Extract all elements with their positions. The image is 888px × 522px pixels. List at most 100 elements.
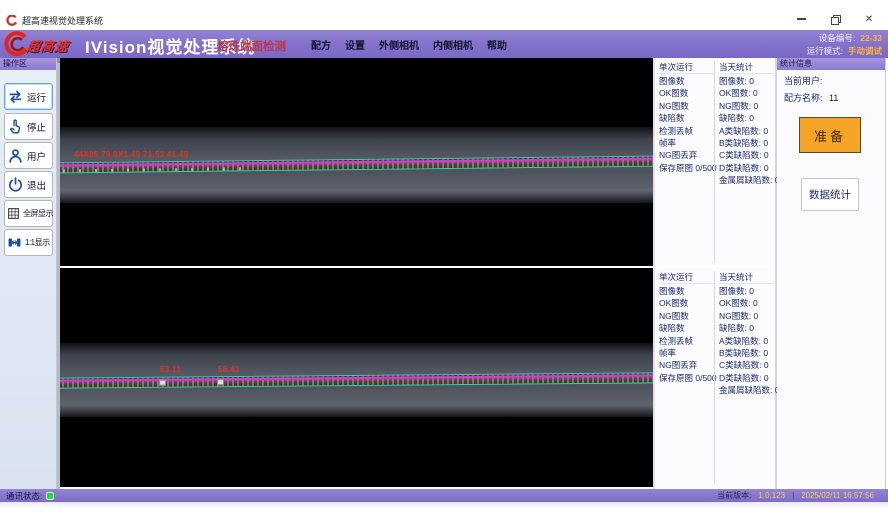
daily-stats-header: 当天统计 xyxy=(719,271,774,284)
stats-panel-outer: 单次运行 图像数OK图数NG图数缺陷数检测丢帧帧率NG图丢弃保存原图 0/500… xyxy=(655,58,775,266)
single-run-header: 单次运行 xyxy=(659,271,714,284)
daily-stats-header: 当天统计 xyxy=(719,61,774,74)
defect-annotation: 44X85 79.8X1.49 71.53 41.49 xyxy=(74,150,188,159)
comm-status-led xyxy=(46,492,54,500)
user-button-label: 用户 xyxy=(27,149,46,163)
user-icon xyxy=(7,147,24,164)
status-bar: 通讯状态: 当前版本: 1.0.123 | 2025/02/11 16:57:5… xyxy=(0,489,888,502)
data-statistics-button[interactable]: 数据统计 xyxy=(801,178,859,211)
brand-swoosh-icon xyxy=(2,31,28,57)
run-mode-value: 手动调试 xyxy=(848,45,882,58)
stat-row: NG图数 xyxy=(659,310,714,322)
version-separator: | xyxy=(792,491,794,500)
stat-row: NG图数: 0 xyxy=(719,310,774,322)
stat-row: 缺陷数 xyxy=(659,112,714,124)
stat-row: 图像数 xyxy=(659,285,714,297)
current-user-label: 当前用户: xyxy=(784,76,823,86)
stat-row: B类缺陷数: 0 xyxy=(719,347,774,359)
app-window: 超高速视觉处理系统 ✕ 超高速 IVision视觉处理系统 熔珠端面检测 配方设… xyxy=(0,0,888,522)
window-titlebar: 超高速视觉处理系统 ✕ xyxy=(0,0,888,30)
stat-row: A类缺陷数: 0 xyxy=(719,125,774,137)
stat-row: A类缺陷数: 0 xyxy=(719,335,774,347)
fullscreen-icon xyxy=(7,207,20,220)
stat-row: C类缺陷数: 0 xyxy=(719,359,774,371)
stat-row: 检测丢帧 xyxy=(659,125,714,137)
defect-annotation: 56.43 xyxy=(218,365,240,374)
sidebar-title: 操作区 xyxy=(0,58,56,70)
menu-item[interactable]: 设置 xyxy=(338,37,372,52)
version-value: 1.0.123 xyxy=(758,491,785,500)
stat-row: OK图数: 0 xyxy=(719,297,774,309)
stat-row: NG图丢弃 xyxy=(659,359,714,371)
menu-item[interactable]: 配方 xyxy=(304,37,338,52)
stat-row: 图像数: 0 xyxy=(719,75,774,87)
info-panel-title: 统计信息 xyxy=(777,58,885,70)
menu-item[interactable]: 外侧相机 xyxy=(372,37,426,52)
restore-button[interactable] xyxy=(826,12,844,26)
exit-button[interactable]: 退出 xyxy=(4,171,53,198)
stop-button-label: 停止 xyxy=(27,120,46,134)
stat-row: D类缺陷数: 0 xyxy=(719,372,774,384)
user-button[interactable]: 用户 xyxy=(4,142,53,169)
prepare-button[interactable]: 准备 xyxy=(799,117,861,153)
camera-view-inner: 53.11 56.43 xyxy=(60,268,653,487)
stat-row: B类缺陷数: 0 xyxy=(719,137,774,149)
stat-row: D类缺陷数: 0 xyxy=(719,162,774,174)
restore-icon xyxy=(831,15,839,23)
stat-row: OK图数: 0 xyxy=(719,87,774,99)
column-divider xyxy=(714,271,715,484)
datetime-value: 2025/02/11 16:57:56 xyxy=(801,491,874,500)
main-menu: 配方设置外侧相机内侧相机帮助 xyxy=(304,30,514,58)
daily-stats-rows: 图像数: 0OK图数: 0NG图数: 0缺陷数: 0A类缺陷数: 0B类缺陷数:… xyxy=(719,75,774,187)
menu-item[interactable]: 帮助 xyxy=(480,37,514,52)
fullscreen-button[interactable]: 全屏显示 xyxy=(4,200,53,227)
run-mode-label: 运行模式: xyxy=(807,45,843,58)
single-run-header: 单次运行 xyxy=(659,61,714,74)
minimize-button[interactable] xyxy=(792,12,810,26)
stat-row: NG图丢弃 xyxy=(659,149,714,161)
device-id-label: 设备编号: xyxy=(819,32,855,45)
daily-stats-rows: 图像数: 0OK图数: 0NG图数: 0缺陷数: 0A类缺陷数: 0B类缺陷数:… xyxy=(719,285,774,397)
stat-row: 图像数: 0 xyxy=(719,285,774,297)
comm-status-label: 通讯状态: xyxy=(6,490,42,502)
stat-row: 帧率 xyxy=(659,137,714,149)
one-to-one-button[interactable]: 1:1显示 xyxy=(4,229,53,256)
app-logo-icon xyxy=(6,15,17,26)
stat-row: 金属屑缺陷数: 0 xyxy=(719,384,774,396)
stat-row: 缺陷数 xyxy=(659,322,714,334)
stat-row: 检测丢帧 xyxy=(659,335,714,347)
stat-row: OK图数 xyxy=(659,297,714,309)
stop-hand-icon xyxy=(7,118,24,135)
page-subtitle: 熔珠端面检测 xyxy=(217,38,286,54)
window-controls: ✕ xyxy=(792,12,878,26)
app-header: 超高速 IVision视觉处理系统 熔珠端面检测 配方设置外侧相机内侧相机帮助 … xyxy=(0,30,888,58)
stat-row: 缺陷数: 0 xyxy=(719,322,774,334)
exit-button-label: 退出 xyxy=(27,178,46,192)
minimize-icon xyxy=(797,18,806,20)
run-icon xyxy=(7,88,24,105)
stat-row: OK图数 xyxy=(659,87,714,99)
stats-panel-inner: 单次运行 图像数OK图数NG图数缺陷数检测丢帧帧率NG图丢弃保存原图 0/500… xyxy=(655,268,775,487)
stop-button[interactable]: 停止 xyxy=(4,113,53,140)
defect-annotation: 53.11 xyxy=(160,365,181,374)
stat-row: 图像数 xyxy=(659,75,714,87)
camera-view-outer: 44X85 79.8X1.49 71.53 41.49 xyxy=(60,58,653,266)
column-divider xyxy=(714,61,715,263)
footer-shade xyxy=(0,502,888,509)
device-id-value: 22-33 xyxy=(860,32,882,45)
stat-row: 保存原图 0/500 xyxy=(659,162,714,174)
recipe-name-label: 配方名称: xyxy=(784,93,823,103)
menu-item[interactable]: 内侧相机 xyxy=(426,37,480,52)
operation-sidebar: 操作区 运行 停止 用户 xyxy=(0,58,57,489)
one-to-one-button-label: 1:1显示 xyxy=(25,237,50,248)
fullscreen-button-label: 全屏显示 xyxy=(23,208,53,219)
stat-row: NG图数: 0 xyxy=(719,100,774,112)
single-run-rows: 图像数OK图数NG图数缺陷数检测丢帧帧率NG图丢弃保存原图 0/500 xyxy=(659,75,714,174)
close-button[interactable]: ✕ xyxy=(860,12,878,26)
defect-box xyxy=(217,379,224,385)
run-button[interactable]: 运行 xyxy=(4,83,53,110)
power-icon xyxy=(7,176,24,193)
one-to-one-icon xyxy=(7,235,22,250)
run-button-label: 运行 xyxy=(27,90,46,104)
statistics-info-panel: 统计信息 当前用户: 配方名称: 11 准备 数据统计 xyxy=(777,58,886,489)
